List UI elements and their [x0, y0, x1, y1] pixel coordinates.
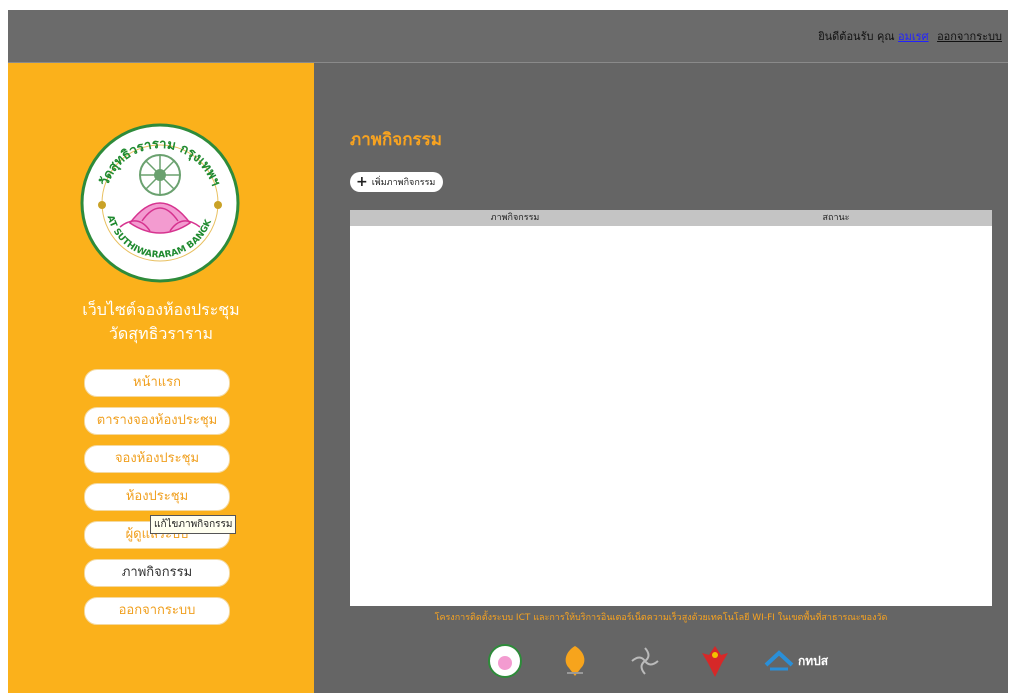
tooltip: แก้ไขภาพกิจกรรม: [150, 515, 237, 534]
welcome-text: ยินดีต้อนรับ คุณ: [818, 30, 895, 43]
temple-logo: วัดสุทธิวราราม กรุงเทพฯWAT SUTHIWARARAM …: [80, 123, 240, 283]
logout-link[interactable]: ออกจากระบบ: [937, 30, 1002, 43]
site-title: เว็บไซต์จองห้องประชุม วัดสุทธิวราราม: [8, 298, 314, 346]
lotus-swirl-logo: [624, 642, 666, 680]
nav-home[interactable]: หน้าแรก: [84, 369, 230, 397]
site-title-line1: เว็บไซต์จองห้องประชุม: [82, 300, 240, 319]
bodhi-leaf-logo: [554, 642, 596, 680]
nav-rooms[interactable]: ห้องประชุม: [84, 483, 230, 511]
plus-icon: +: [356, 174, 368, 190]
temple-small-logo: [484, 642, 526, 680]
partner-label: กทปส: [798, 653, 829, 668]
partner-logos: กทปส: [484, 642, 828, 680]
welcome-message: ยินดีต้อนรับ คุณ อมเรศ ออกจากระบบ: [818, 27, 1002, 45]
sidebar: วัดสุทธิวราราม กรุงเทพฯWAT SUTHIWARARAM …: [8, 63, 314, 693]
nav-activity-photos[interactable]: ภาพกิจกรรม: [84, 559, 230, 587]
table-header: ภาพกิจกรรม สถานะ: [350, 210, 992, 226]
page-title: ภาพกิจกรรม: [350, 130, 442, 150]
nbtc-fund-logo: กทปส: [764, 642, 828, 680]
column-header-photo: ภาพกิจกรรม: [490, 213, 540, 223]
app-frame: ยินดีต้อนรับ คุณ อมเรศ ออกจากระบบ วัดสุท…: [8, 10, 1008, 693]
sidebar-nav: หน้าแรก ตารางจองห้องประชุม จองห้องประชุม…: [84, 369, 230, 635]
add-button-label: เพิ่มภาพกิจกรรม: [371, 178, 436, 188]
column-header-status: สถานะ: [822, 213, 850, 223]
footer-note: โครงการติดตั้งระบบ ICT และการให้บริการอิ…: [434, 613, 888, 623]
user-name-link[interactable]: อมเรศ: [898, 30, 929, 43]
top-bar: ยินดีต้อนรับ คุณ อมเรศ ออกจากระบบ: [8, 10, 1008, 63]
nav-booking-schedule[interactable]: ตารางจองห้องประชุม: [84, 407, 230, 435]
activity-table: ภาพกิจกรรม สถานะ: [350, 210, 992, 606]
garuda-emblem: [694, 642, 736, 680]
nav-book-room[interactable]: จองห้องประชุม: [84, 445, 230, 473]
add-activity-photo-button[interactable]: + เพิ่มภาพกิจกรรม: [350, 172, 444, 192]
nav-logout[interactable]: ออกจากระบบ: [84, 597, 230, 625]
site-title-line2: วัดสุทธิวราราม: [108, 324, 214, 343]
